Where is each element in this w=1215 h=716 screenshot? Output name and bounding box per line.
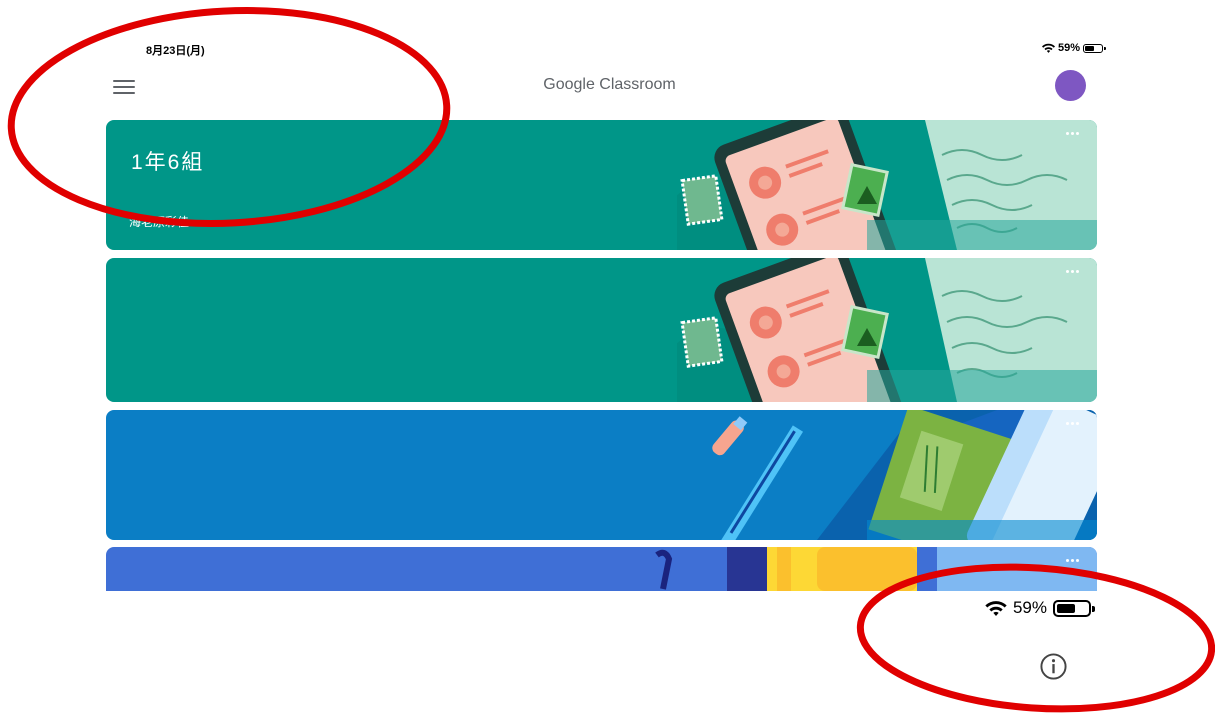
battery-percent: 59% bbox=[1012, 598, 1047, 617]
class-title: 1年6組 bbox=[131, 151, 205, 174]
dot bbox=[1076, 132, 1079, 135]
dot bbox=[1076, 422, 1079, 425]
battery-fill bbox=[1057, 603, 1076, 613]
class-card[interactable]: 1年6組 海老原彩佳 bbox=[106, 120, 1097, 250]
app-title: Google Classroom bbox=[543, 76, 676, 93]
avatar[interactable] bbox=[1055, 70, 1086, 101]
phone-letters-illustration bbox=[677, 258, 1097, 402]
wifi-icon bbox=[985, 601, 1007, 616]
status-time: 8月23日(月) bbox=[146, 45, 205, 57]
dot bbox=[1076, 270, 1079, 273]
wifi-icon bbox=[1041, 43, 1055, 53]
more-options-icon[interactable] bbox=[1062, 266, 1083, 277]
dot bbox=[1076, 559, 1079, 562]
phone-letters-illustration bbox=[677, 120, 1097, 250]
dot bbox=[1071, 270, 1074, 273]
battery-fill bbox=[1085, 45, 1094, 51]
class-card[interactable] bbox=[106, 410, 1097, 540]
dot bbox=[1071, 422, 1074, 425]
bottom-status: 59% bbox=[985, 598, 1095, 618]
dot bbox=[1066, 422, 1069, 425]
dot bbox=[1066, 270, 1069, 273]
battery-icon bbox=[1083, 43, 1106, 53]
status-right: 59% bbox=[1041, 42, 1106, 54]
dot bbox=[1071, 559, 1074, 562]
more-options-icon[interactable] bbox=[1062, 555, 1083, 566]
more-options-icon[interactable] bbox=[1062, 418, 1083, 429]
battery-percent: 59% bbox=[1057, 42, 1080, 54]
books-pen-illustration bbox=[712, 410, 1097, 540]
dot bbox=[1066, 132, 1069, 135]
class-card[interactable] bbox=[106, 547, 1097, 591]
dot bbox=[1066, 559, 1069, 562]
info-icon[interactable] bbox=[1039, 652, 1068, 681]
more-options-icon[interactable] bbox=[1062, 128, 1083, 139]
notebook-illustration bbox=[655, 547, 1097, 591]
battery-icon bbox=[1053, 599, 1095, 617]
dot bbox=[1071, 132, 1074, 135]
class-teacher: 海老原彩佳 bbox=[129, 215, 190, 229]
class-card[interactable] bbox=[106, 258, 1097, 402]
